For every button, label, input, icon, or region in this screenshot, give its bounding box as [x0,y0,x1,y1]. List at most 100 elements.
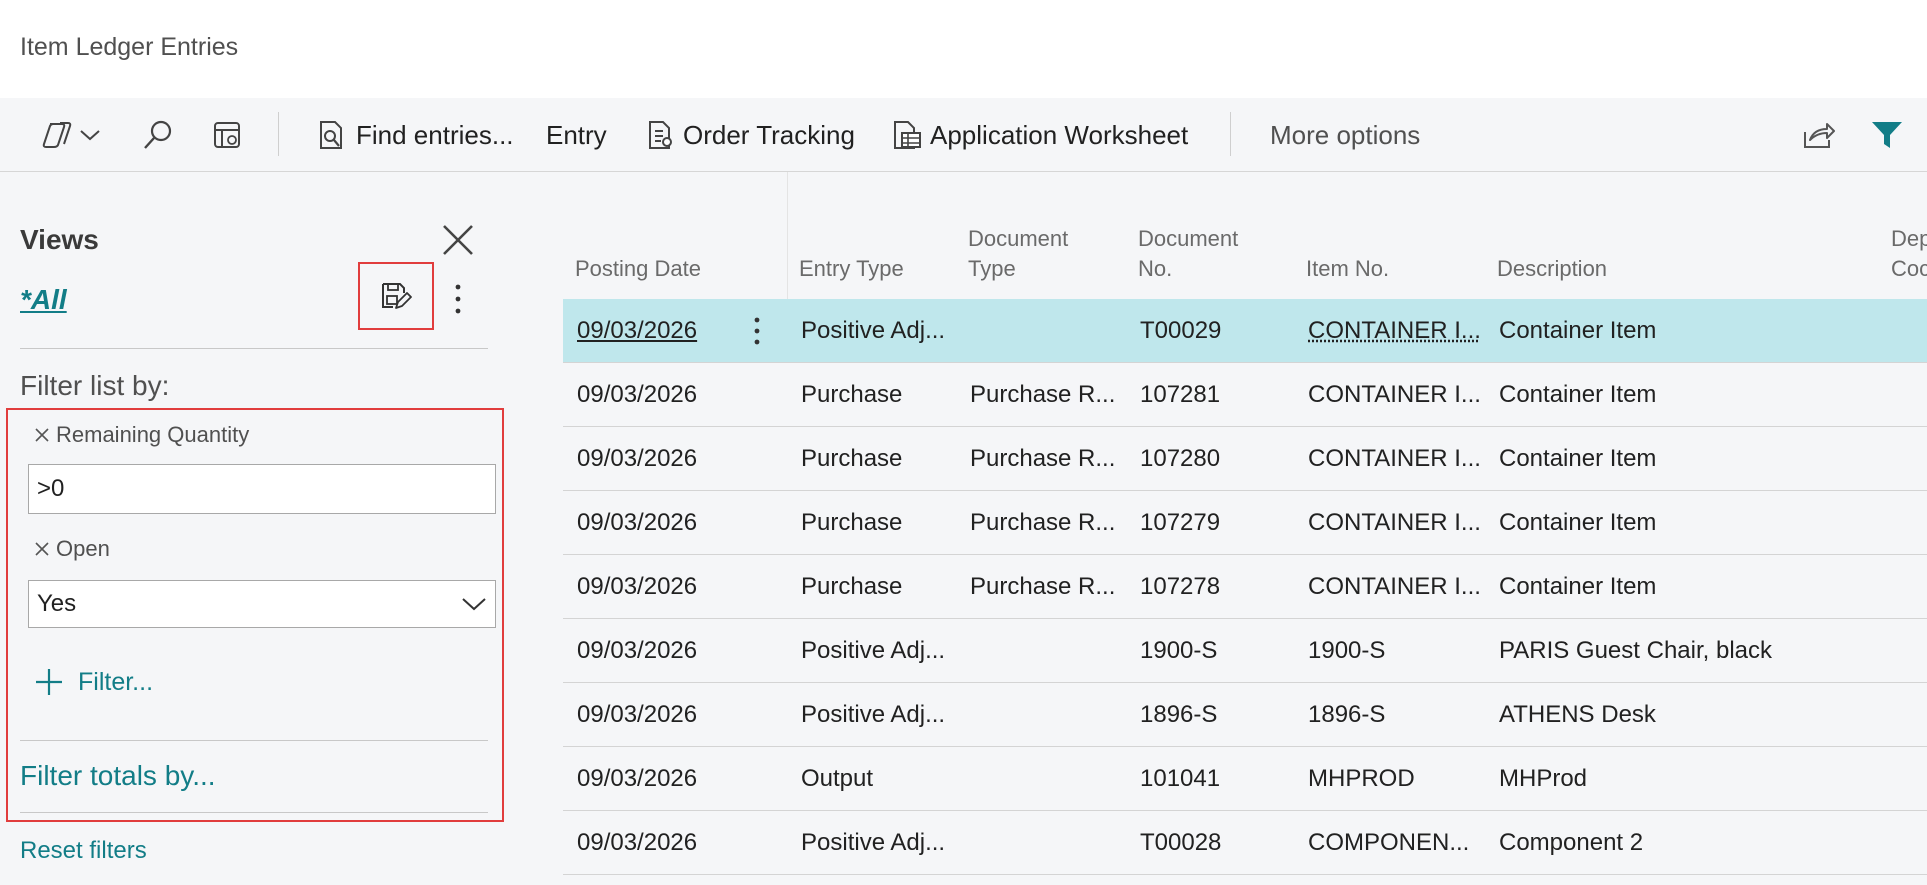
cell-entry-type: Positive Adj... [801,829,946,856]
cell-posting-date[interactable]: 09/03/2026 [577,363,737,427]
copilot-icon [42,122,72,148]
save-edit-icon [382,283,412,309]
cell-document-type [970,683,1130,747]
cell-description: ATHENS Desk [1499,701,1656,728]
close-icon [443,225,473,255]
share-icon [1804,123,1835,148]
cell-posting-date[interactable]: 09/03/2026 [577,683,737,747]
more-options-button[interactable]: More options [1270,98,1420,172]
cell-description: Container Item [1499,381,1657,408]
table-row[interactable]: 09/03/2026 Purchase Purchase R... 107279 CON… [563,491,1927,555]
cell-item-no[interactable]: CONTAINER I... [1308,299,1488,363]
cell-posting-date[interactable]: 09/03/2026 [577,491,737,555]
order-tracking-button[interactable]: Order Tracking [645,98,855,172]
filter-list-heading: Filter list by: [20,370,170,401]
cell-item-no[interactable]: 1896-S [1308,683,1488,747]
header-description[interactable]: Description [1497,254,1607,284]
cell-document-no: T00029 [1140,317,1222,344]
cell-document-type: Purchase R... [970,445,1116,472]
filter-pane-button[interactable] [1870,98,1904,172]
header-item-no[interactable]: Item No. [1306,254,1389,284]
header-entry-type[interactable]: Entry Type [799,254,904,284]
cell-item-no[interactable]: CONTAINER I... [1308,363,1488,427]
close-views-button[interactable] [440,222,476,258]
title-bar: Item Ledger Entries [0,0,1927,98]
search-button[interactable] [142,98,174,172]
cell-description: Container Item [1499,573,1657,600]
remove-filter-icon[interactable] [34,541,50,557]
cell-item-no[interactable]: 1900-S [1308,619,1488,683]
open-filter-select[interactable]: Yes [28,580,496,628]
cell-entry-type: Purchase [801,445,903,472]
cell-document-no: 107279 [1140,509,1221,536]
cell-posting-date[interactable]: 09/03/2026 [577,619,737,683]
filter-totals-link[interactable]: Filter totals by... [20,760,216,792]
cell-document-type [970,747,1130,811]
filter-label-open: Open [34,536,110,562]
application-worksheet-button[interactable]: Application Worksheet [890,98,1188,172]
cell-posting-date[interactable]: 09/03/2026 [577,299,737,363]
save-view-button[interactable] [358,262,434,330]
header-document-no[interactable]: Document No. [1138,224,1238,284]
kebab-icon [455,284,461,314]
remove-filter-icon[interactable] [34,427,50,443]
edit-list-button[interactable] [212,98,242,172]
divider [20,812,488,813]
header-line: No. [1138,256,1173,281]
table-row[interactable]: 09/03/2026 Purchase Purchase R... 107281 CON… [563,363,1927,427]
divider [20,348,488,349]
header-posting-date[interactable]: Posting Date [575,254,701,284]
find-entries-button[interactable]: Find entries... [316,98,514,172]
table-row[interactable]: 09/03/2026 Output 101041 MHPROD MHProd [563,747,1927,811]
cell-document-type [970,299,1130,363]
plus-icon [36,669,62,695]
remaining-quantity-filter-input[interactable] [28,464,496,514]
filter-label-remaining-quantity: Remaining Quantity [34,422,249,448]
cell-entry-type: Positive Adj... [801,637,946,664]
table-row[interactable]: 09/03/2026 Purchase Purchase R... 107278 CON… [563,555,1927,619]
add-filter-label: Filter... [78,667,154,696]
cell-description: Container Item [1499,445,1657,472]
cell-document-type [970,811,1130,875]
table-row[interactable]: 09/03/2026 Positive Adj... T00028 COMPONEN.… [563,811,1927,875]
more-options-label: More options [1270,119,1421,150]
header-document-type[interactable]: Document Type [968,224,1068,284]
cell-description: Container Item [1499,317,1657,344]
table-row[interactable]: 09/03/2026 Positive Adj... 1896-S 1896-S ATH… [563,683,1927,747]
cell-item-no[interactable]: CONTAINER I... [1308,491,1488,555]
item-ledger-grid: Posting Date Entry Type Document Type Do… [563,172,1927,885]
header-line: Type [968,256,1016,281]
cell-document-no: 1896-S [1140,701,1218,728]
current-view-link[interactable]: *All [20,284,67,316]
header-line: Coc [1891,256,1927,281]
cell-item-no[interactable]: MHPROD [1308,747,1488,811]
order-tracking-label: Order Tracking [683,119,855,150]
cell-item-no[interactable]: COMPONEN... [1308,811,1488,875]
cell-item-no[interactable]: CONTAINER I... [1308,427,1488,491]
search-icon [144,120,172,149]
share-button[interactable] [1802,98,1836,172]
find-entries-label: Find entries... [356,119,514,150]
cell-posting-date[interactable]: 09/03/2026 [577,555,737,619]
header-dept-code[interactable]: Dep Coc [1891,224,1927,284]
reset-filters-link[interactable]: Reset filters [20,837,147,865]
row-actions-icon[interactable] [749,315,765,347]
edit-list-icon [214,122,240,148]
table-row[interactable]: 09/03/2026 Purchase Purchase R... 107280 CON… [563,427,1927,491]
cell-document-no: T00028 [1140,829,1222,856]
header-line: Document [968,226,1069,251]
entry-label: Entry [546,119,607,150]
divider [20,740,488,741]
cell-posting-date[interactable]: 09/03/2026 [577,427,737,491]
views-more-button[interactable] [448,282,468,316]
table-row[interactable]: 09/03/2026 Positive Adj... T00029 CONTAINER… [563,299,1927,363]
cell-entry-type: Output [801,765,874,792]
cell-item-no[interactable]: CONTAINER I... [1308,555,1488,619]
cell-entry-type: Positive Adj... [801,317,946,344]
cell-posting-date[interactable]: 09/03/2026 [577,747,737,811]
copilot-button[interactable] [40,98,102,172]
add-filter-button[interactable]: Filter... [34,667,153,697]
cell-posting-date[interactable]: 09/03/2026 [577,811,737,875]
entry-button[interactable]: Entry [546,98,607,172]
table-row[interactable]: 09/03/2026 Positive Adj... 1900-S 1900-S PAR… [563,619,1927,683]
